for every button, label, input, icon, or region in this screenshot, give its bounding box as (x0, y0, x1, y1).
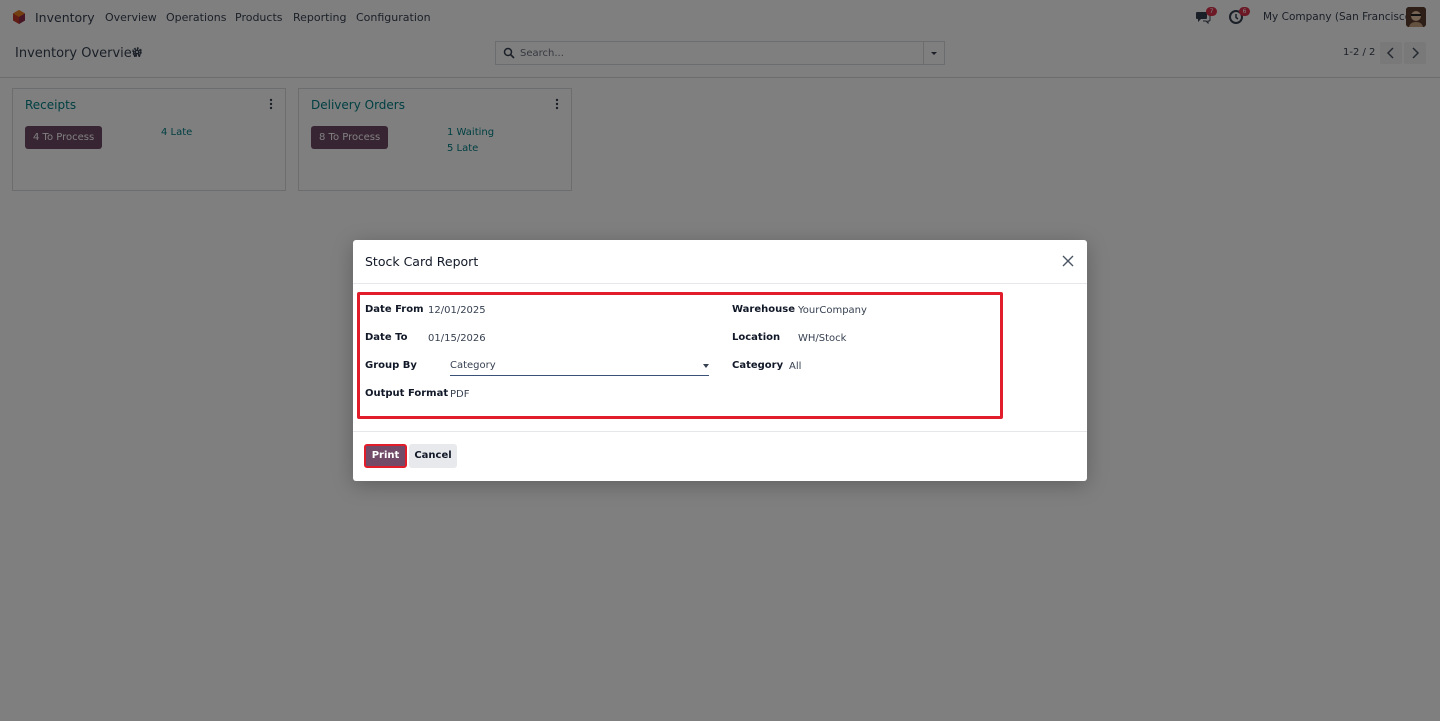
output-format-field[interactable]: PDF (450, 389, 469, 400)
group-by-label: Group By (365, 360, 417, 371)
warehouse-field[interactable]: YourCompany (798, 305, 867, 316)
dialog-title: Stock Card Report (365, 254, 479, 269)
stock-card-report-dialog: Stock Card Report Date From 12/01/2025 D… (353, 240, 1087, 481)
output-format-label: Output Format (365, 388, 449, 399)
dialog-footer (353, 431, 1087, 481)
cancel-button[interactable]: Cancel (409, 444, 457, 468)
dialog-header: Stock Card Report (353, 240, 1087, 284)
category-label: Category (732, 360, 784, 371)
date-to-field[interactable]: 01/15/2026 (428, 333, 486, 344)
location-field[interactable]: WH/Stock (798, 333, 846, 344)
warehouse-label: Warehouse (732, 304, 795, 315)
date-from-field[interactable]: 12/01/2025 (428, 305, 486, 316)
category-field[interactable]: All (789, 361, 801, 372)
close-icon[interactable] (1061, 254, 1075, 268)
print-button[interactable]: Print (364, 444, 407, 468)
date-from-label: Date From (365, 304, 424, 315)
group-by-value: Category (450, 360, 496, 371)
caret-down-icon (703, 364, 709, 368)
group-by-select[interactable]: Category (450, 357, 709, 376)
date-to-label: Date To (365, 332, 408, 343)
location-label: Location (732, 332, 781, 343)
